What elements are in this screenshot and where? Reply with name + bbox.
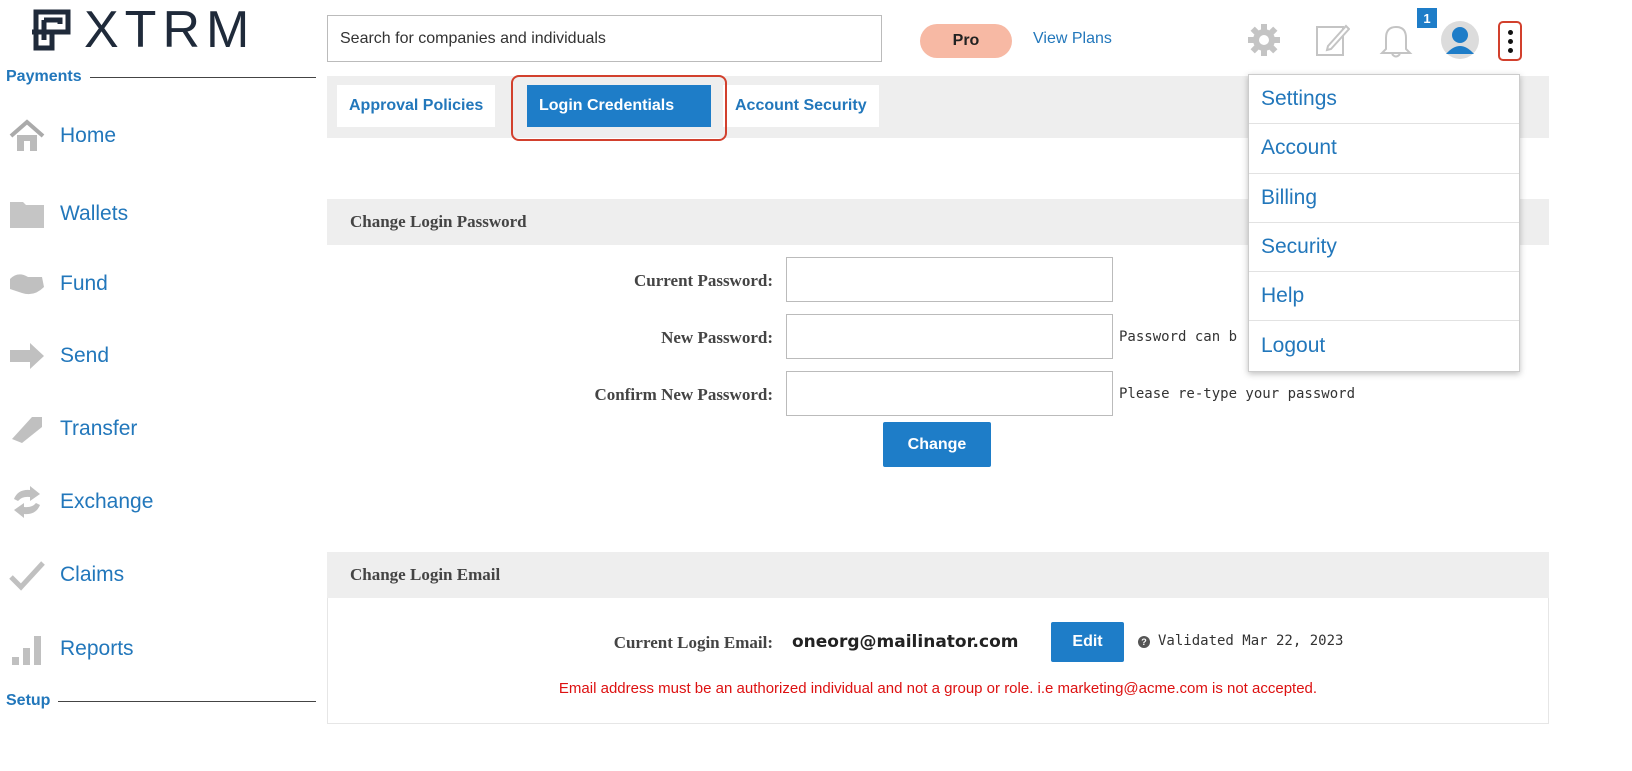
section-setup-label: Setup xyxy=(6,692,51,709)
validated-status: Validated Mar 22, 2023 xyxy=(1158,633,1344,649)
menu-item-account[interactable]: Account xyxy=(1249,124,1519,174)
section-payments: Payments xyxy=(6,68,316,86)
section-divider xyxy=(89,76,316,78)
fund-icon xyxy=(6,264,48,304)
notification-badge: 1 xyxy=(1417,8,1437,28)
tab-account-security[interactable]: Account Security xyxy=(723,85,879,127)
checkmark-icon xyxy=(6,555,48,595)
sidebar-item-label: Transfer xyxy=(60,417,138,440)
current-password-input[interactable] xyxy=(786,257,1113,302)
user-avatar-icon[interactable] xyxy=(1438,18,1482,62)
sidebar-item-label: Claims xyxy=(60,563,125,586)
sidebar-item-home[interactable]: Home xyxy=(6,116,116,156)
section-payments-label: Payments xyxy=(6,68,82,85)
sidebar-item-label: Wallets xyxy=(60,202,129,225)
change-email-header: Change Login Email xyxy=(327,552,1549,598)
folder-icon xyxy=(6,194,48,234)
home-icon xyxy=(6,116,48,156)
edit-icon[interactable] xyxy=(1312,18,1352,62)
sidebar-item-label: Send xyxy=(60,344,110,367)
transfer-icon xyxy=(6,409,48,449)
sidebar-item-wallets[interactable]: Wallets xyxy=(6,194,128,234)
highlight-outline xyxy=(511,75,727,141)
new-password-hint: Password can b xyxy=(1119,329,1238,345)
settings-dropdown-menu: Settings Account Billing Security Help L… xyxy=(1248,74,1520,372)
more-vertical-icon[interactable] xyxy=(1498,21,1522,61)
email-warning-message: Email address must be an authorized indi… xyxy=(558,680,1318,697)
tab-approval-policies[interactable]: Approval Policies xyxy=(337,85,496,127)
sidebar-item-label: Exchange xyxy=(60,490,154,513)
logo-wordmark: XTRM xyxy=(84,1,256,59)
current-password-label: Current Password: xyxy=(634,271,773,290)
email-panel-body xyxy=(327,598,1549,724)
confirm-password-input[interactable] xyxy=(786,371,1113,416)
section-divider xyxy=(58,700,316,702)
current-email-value: oneorg@mailinator.com xyxy=(792,632,1019,652)
sidebar: Payments Home Wallets Fund Send Transfer xyxy=(0,66,316,771)
confirm-password-hint: Please re-type your password xyxy=(1119,386,1356,402)
menu-item-help[interactable]: Help xyxy=(1249,272,1519,322)
sidebar-item-exchange[interactable]: Exchange xyxy=(6,482,153,522)
section-setup: Setup xyxy=(6,692,316,710)
pro-plan-button[interactable]: Pro xyxy=(920,24,1012,58)
exchange-icon xyxy=(6,482,48,522)
bell-icon[interactable] xyxy=(1376,18,1416,62)
search-input[interactable] xyxy=(327,15,882,62)
help-circle-icon[interactable]: ? xyxy=(1138,636,1150,648)
new-password-input[interactable] xyxy=(786,314,1113,359)
sidebar-item-fund[interactable]: Fund xyxy=(6,264,108,304)
menu-item-security[interactable]: Security xyxy=(1249,223,1519,273)
edit-email-button[interactable]: Edit xyxy=(1051,622,1124,662)
sidebar-item-claims[interactable]: Claims xyxy=(6,555,124,595)
menu-item-logout[interactable]: Logout xyxy=(1249,321,1519,370)
sidebar-item-reports[interactable]: Reports xyxy=(6,629,134,669)
xtrm-logo[interactable]: XTRM xyxy=(28,4,255,56)
bar-chart-icon xyxy=(6,629,48,669)
sidebar-item-label: Home xyxy=(60,124,117,147)
sidebar-item-send[interactable]: Send xyxy=(6,336,109,376)
menu-item-settings[interactable]: Settings xyxy=(1249,75,1519,125)
new-password-label: New Password: xyxy=(661,328,773,347)
change-password-button[interactable]: Change xyxy=(883,422,991,467)
arrow-right-icon xyxy=(6,336,48,376)
xtrm-logo-icon xyxy=(32,9,71,51)
view-plans-link[interactable]: View Plans xyxy=(1033,30,1112,48)
menu-item-billing[interactable]: Billing xyxy=(1249,174,1519,223)
sidebar-item-label: Reports xyxy=(60,637,134,660)
sidebar-item-transfer[interactable]: Transfer xyxy=(6,409,137,449)
gear-icon[interactable] xyxy=(1244,18,1284,62)
sidebar-item-label: Fund xyxy=(60,272,108,295)
current-email-label: Current Login Email: xyxy=(613,633,773,652)
confirm-password-label: Confirm New Password: xyxy=(594,385,773,404)
